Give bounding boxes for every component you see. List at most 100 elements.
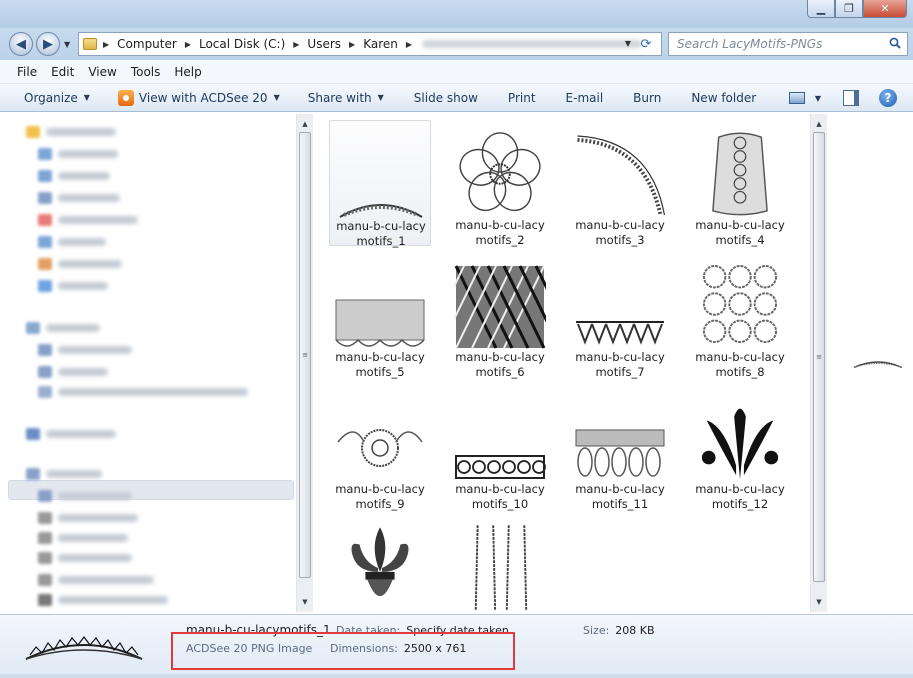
address-bar[interactable]: ▶ Computer ▶ Local Disk (C:) ▶ Users ▶ K… — [78, 32, 662, 56]
thumbnail-image — [453, 520, 547, 612]
scroll-up-icon[interactable]: ▲ — [811, 116, 827, 132]
nav-item-label-redacted — [58, 282, 108, 290]
nav-item-redacted[interactable] — [38, 488, 132, 504]
file-name-line1: manu-b-cu-lacy — [695, 482, 785, 496]
nav-item-redacted[interactable] — [38, 592, 168, 608]
file-thumbnail[interactable]: manu-b-cu-lacy motifs_1 — [329, 120, 431, 248]
file-thumbnail[interactable]: manu-b-cu-lacy motifs_2 — [449, 120, 551, 247]
chevron-down-icon[interactable]: ▼ — [815, 94, 821, 103]
thumbnail-image — [453, 124, 547, 218]
nav-item-redacted[interactable] — [26, 320, 100, 336]
file-name-label: manu-b-cu-lacy motifs_11 — [569, 482, 671, 512]
new-folder-button[interactable]: New folder — [691, 91, 756, 105]
scroll-thumb[interactable]: ≡ — [299, 132, 311, 578]
folder-icon — [38, 192, 52, 204]
nav-item-redacted[interactable] — [38, 572, 154, 588]
recent-pages-dropdown[interactable]: ▼ — [64, 40, 70, 49]
nav-item-label-redacted — [58, 554, 132, 562]
chevron-right-icon[interactable]: ▶ — [185, 40, 191, 49]
change-view-icon[interactable] — [788, 92, 805, 104]
close-button[interactable]: ✕ — [863, 0, 907, 18]
folder-icon — [38, 552, 52, 564]
menu-tools[interactable]: Tools — [124, 65, 168, 79]
forward-button[interactable]: ▶ — [36, 32, 60, 56]
file-name-line2: motifs_8 — [715, 365, 765, 379]
nav-item-redacted[interactable] — [38, 342, 132, 358]
organize-button[interactable]: Organize ▼ — [24, 91, 90, 105]
menu-file[interactable]: File — [10, 65, 44, 79]
file-thumbnail[interactable]: manu-b-cu-lacy motifs_7 — [569, 252, 671, 380]
file-thumbnail[interactable]: manu-b-cu-lacy motifs_4 — [689, 120, 791, 247]
menu-help[interactable]: Help — [167, 65, 208, 79]
search-icon[interactable] — [889, 37, 901, 49]
breadcrumb-local-disk[interactable]: Local Disk (C:) — [199, 37, 285, 51]
search-input[interactable]: Search LacyMotifs-PNGs — [668, 32, 908, 56]
menu-view[interactable]: View — [81, 65, 123, 79]
file-name-line1: manu-b-cu-lacy — [336, 219, 426, 233]
scroll-thumb[interactable]: ≡ — [813, 132, 825, 582]
address-history-dropdown[interactable]: ▼ — [625, 39, 631, 48]
nav-item-redacted[interactable] — [38, 364, 108, 380]
nav-item-redacted[interactable] — [26, 426, 116, 442]
refresh-icon[interactable]: ⟳ — [636, 35, 656, 53]
folder-icon — [38, 594, 52, 606]
folder-icon — [26, 468, 40, 480]
thumbnail-image — [573, 388, 667, 482]
file-thumbnail[interactable]: manu-b-cu-lacy motifs_5 — [329, 252, 431, 379]
chevron-right-icon[interactable]: ▶ — [293, 40, 299, 49]
file-name-line2: motifs_2 — [475, 233, 525, 247]
file-thumbnail[interactable]: manu-b-cu-lacy motifs_12 — [689, 384, 791, 511]
file-thumbnail[interactable]: manu-b-cu-lacy motifs_3 — [569, 120, 671, 247]
nav-item-redacted[interactable] — [38, 256, 122, 272]
nav-item-redacted[interactable] — [38, 384, 248, 400]
file-thumbnail[interactable]: manu-b-cu-lacy motifs_6 — [449, 252, 551, 379]
chevron-right-icon[interactable]: ▶ — [103, 40, 109, 49]
nav-item-redacted[interactable] — [26, 466, 102, 482]
view-with-acdsee-button[interactable]: View with ACDSee 20 ▼ — [117, 89, 280, 106]
file-thumbnail[interactable] — [449, 516, 551, 612]
help-icon[interactable]: ? — [879, 89, 897, 107]
nav-item-redacted[interactable] — [38, 550, 132, 566]
breadcrumb-users[interactable]: Users — [307, 37, 341, 51]
file-thumbnail[interactable]: manu-b-cu-lacy motifs_9 — [329, 384, 431, 511]
file-name-line2: motifs_12 — [711, 497, 769, 511]
scroll-down-icon[interactable]: ▼ — [811, 594, 827, 610]
nav-item-redacted[interactable] — [38, 278, 108, 294]
scroll-down-icon[interactable]: ▼ — [297, 594, 313, 610]
back-button[interactable]: ◀ — [9, 32, 33, 56]
scroll-up-icon[interactable]: ▲ — [297, 116, 313, 132]
nav-item-redacted[interactable] — [38, 510, 138, 526]
preview-pane-icon[interactable] — [843, 90, 859, 106]
breadcrumb-computer[interactable]: Computer — [117, 37, 177, 51]
file-name-label: manu-b-cu-lacy motifs_7 — [569, 350, 671, 380]
nav-scrollbar[interactable]: ▲ ≡ ▼ — [296, 114, 313, 612]
share-with-button[interactable]: Share with ▼ — [308, 91, 384, 105]
chevron-right-icon[interactable]: ▶ — [406, 40, 412, 49]
nav-item-redacted[interactable] — [38, 212, 138, 228]
print-button[interactable]: Print — [508, 91, 536, 105]
slide-show-button[interactable]: Slide show — [414, 91, 478, 105]
nav-item-redacted[interactable] — [38, 190, 120, 206]
email-button[interactable]: E-mail — [566, 91, 604, 105]
file-name-line1: manu-b-cu-lacy — [335, 482, 425, 496]
file-thumbnail[interactable] — [329, 516, 431, 612]
navigation-pane[interactable] — [8, 114, 296, 612]
breadcrumb-karen[interactable]: Karen — [363, 37, 398, 51]
maximize-button[interactable]: ❐ — [835, 0, 863, 18]
menu-edit[interactable]: Edit — [44, 65, 81, 79]
file-thumbnail[interactable]: manu-b-cu-lacy motifs_8 — [689, 252, 791, 379]
file-thumbnail[interactable]: manu-b-cu-lacy motifs_11 — [569, 384, 671, 512]
nav-item-redacted[interactable] — [38, 530, 128, 546]
nav-item-redacted[interactable] — [38, 234, 106, 250]
lace-motif-image — [702, 265, 778, 344]
nav-item-redacted[interactable] — [26, 124, 116, 140]
lace-motif-image — [339, 204, 423, 218]
nav-item-redacted[interactable] — [38, 146, 118, 162]
chevron-right-icon[interactable]: ▶ — [349, 40, 355, 49]
file-thumbnail[interactable]: manu-b-cu-lacy motifs_10 — [449, 384, 551, 511]
files-scrollbar[interactable]: ▲ ≡ ▼ — [810, 114, 827, 612]
lace-motif-image — [701, 408, 779, 480]
nav-item-redacted[interactable] — [38, 168, 110, 184]
minimize-button[interactable]: ▁ — [807, 0, 835, 18]
burn-button[interactable]: Burn — [633, 91, 661, 105]
